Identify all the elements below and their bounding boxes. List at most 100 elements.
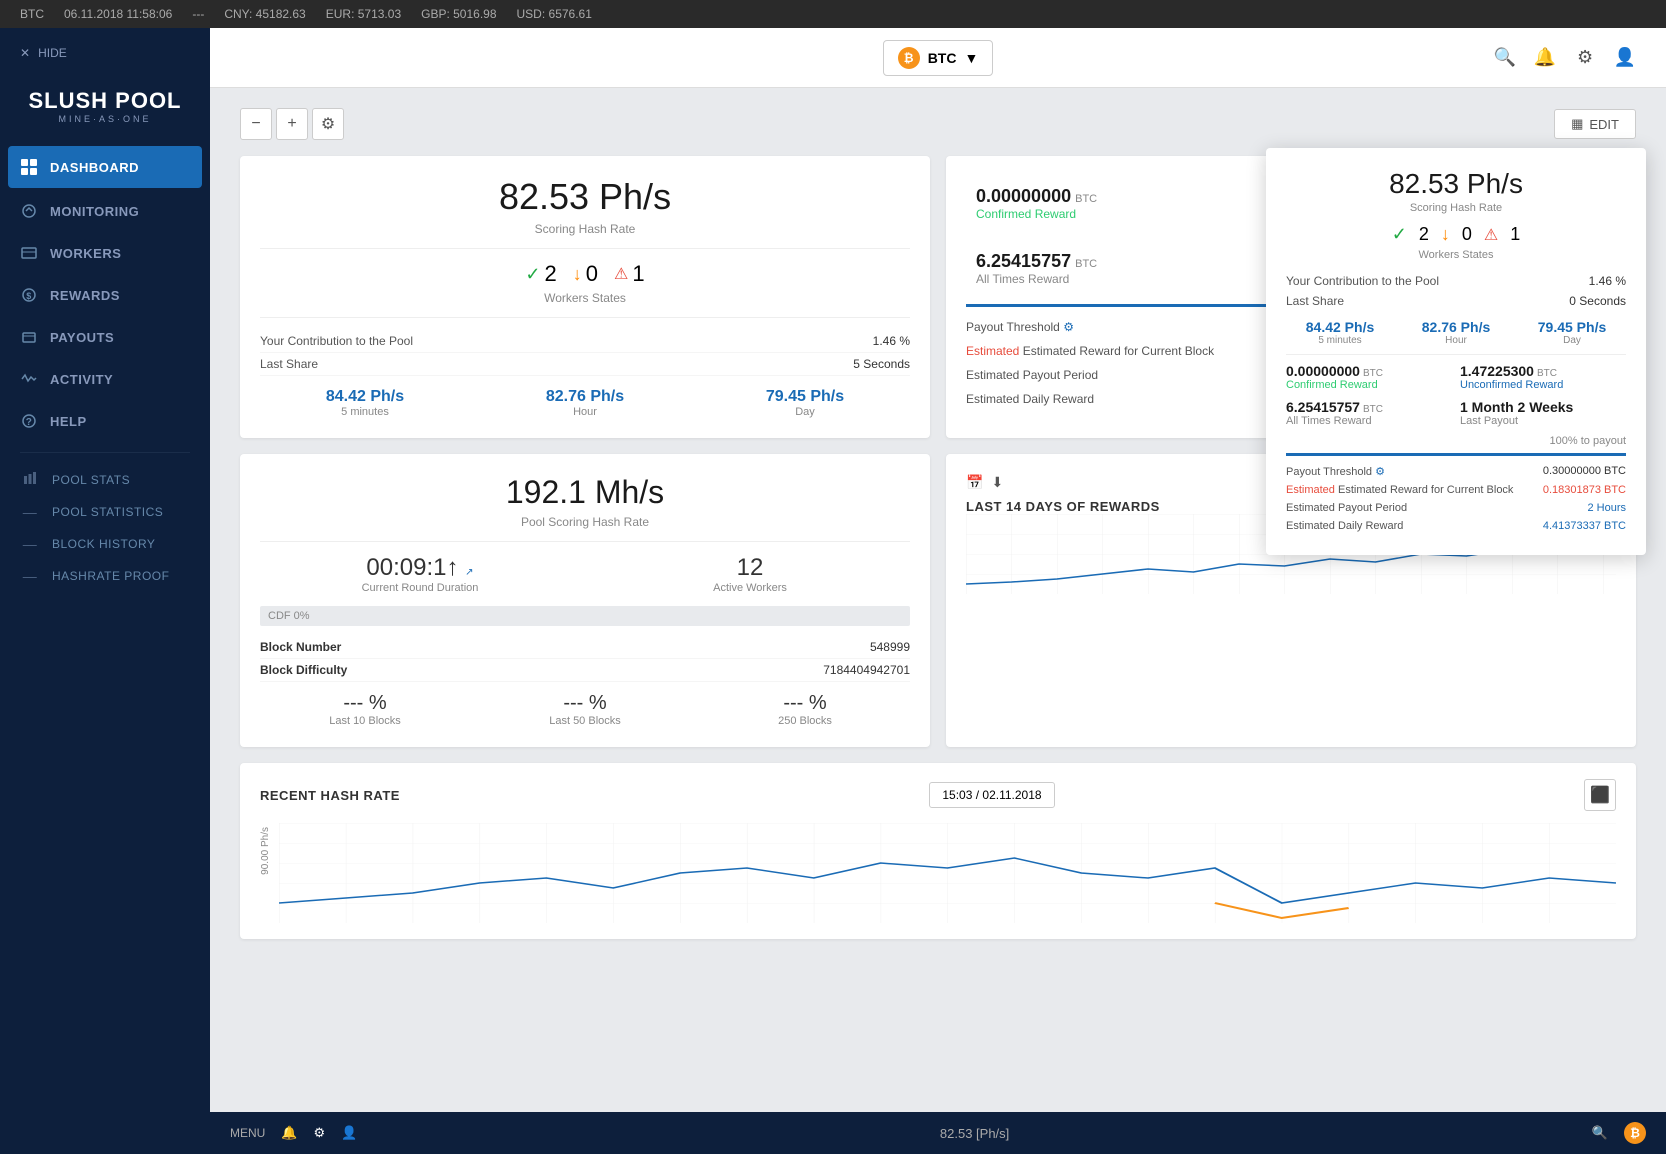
add-widget-button[interactable]: + <box>276 108 308 140</box>
confirmed-reward-btc: BTC <box>1075 193 1097 205</box>
round-duration-label: Current Round Duration <box>260 582 580 594</box>
svg-text:?: ? <box>26 417 33 428</box>
calendar-icon: 📅 <box>966 474 983 491</box>
sidebar-nav: DASHBOARD MONITORING WORKERS $ REWARDS <box>0 144 210 1154</box>
chart-expand-button[interactable]: ⬛ <box>1584 779 1616 811</box>
payout-threshold-label: Payout Threshold ⚙ <box>966 320 1074 334</box>
block-stats: Block Number 548999 Block Difficulty 718… <box>260 636 910 682</box>
pct-250-label: 250 Blocks <box>700 715 910 727</box>
footer-gear-icon[interactable]: ⚙ <box>314 1125 326 1141</box>
sidebar-item-dashboard[interactable]: DASHBOARD <box>8 146 202 188</box>
dashboard-icon <box>20 158 38 176</box>
active-workers-label: Active Workers <box>590 582 910 594</box>
sidebar-item-pool-stats[interactable]: POOL STATS <box>0 463 210 496</box>
block-number-label: Block Number <box>260 640 341 654</box>
sidebar-item-help[interactable]: ? HELP <box>0 400 210 442</box>
popup-hashrate-label: Scoring Hash Rate <box>1286 202 1626 214</box>
popup-all-times-item: 6.25415757 BTC All Times Reward <box>1286 399 1452 427</box>
hide-button[interactable]: ✕ HIDE <box>0 38 210 68</box>
pct-50-item: --- % Last 50 Blocks <box>480 692 690 727</box>
edit-button[interactable]: ▦ EDIT <box>1554 109 1636 139</box>
sidebar-label-help: HELP <box>50 414 87 429</box>
sidebar-label-monitoring: MONITORING <box>50 204 139 219</box>
sidebar-item-block-history[interactable]: — BLOCK HISTORY <box>0 528 210 560</box>
gear-icon[interactable]: ⚙ <box>1574 47 1596 69</box>
ticker-date: 06.11.2018 11:58:06 <box>64 7 172 21</box>
widget-settings-button[interactable]: ⚙ <box>312 108 344 140</box>
sidebar-label-hashrate-proof: HASHRATE PROOF <box>52 569 169 583</box>
footer-btc-icon[interactable]: ₿ <box>1624 1122 1646 1144</box>
contribution-value: 1.46 % <box>873 334 910 348</box>
scoring-hashrate-label: Scoring Hash Rate <box>260 222 910 236</box>
hash-hour-label: Hour <box>480 406 690 418</box>
cdf-bar: CDF 0% <box>260 606 910 626</box>
popup-hash-day: 79.45 Ph/s Day <box>1518 319 1626 346</box>
monitoring-icon <box>20 202 38 220</box>
popup-hash-day-val: 79.45 Ph/s <box>1518 319 1626 335</box>
popup-payout-threshold-lbl: Payout Threshold ⚙ <box>1286 465 1385 478</box>
pct-10-label: Last 10 Blocks <box>260 715 470 727</box>
workers-states: ✓ 2 ↓ 0 ⚠ 1 <box>260 261 910 287</box>
pool-card: 192.1 Mh/s Pool Scoring Hash Rate 00:09:… <box>240 454 930 747</box>
ticker-eur: EUR: 5713.03 <box>326 7 401 21</box>
sidebar-label-workers: WORKERS <box>50 246 121 261</box>
popup-confirmed-item: 0.00000000 BTC Confirmed Reward <box>1286 363 1452 391</box>
estimated-reward-label: Estimated Estimated Reward for Current B… <box>966 344 1214 358</box>
popup-gear-icon[interactable]: ⚙ <box>1375 466 1385 478</box>
recent-hashrate-title: RECENT HASH RATE <box>260 788 400 803</box>
download-icon[interactable]: ⬇ <box>991 474 1003 491</box>
popup-all-times-val: 6.25415757 <box>1286 399 1360 415</box>
active-workers-value: 12 <box>590 554 910 582</box>
popup-unconfirmed-item: 1.47225300 BTC Unconfirmed Reward <box>1460 363 1626 391</box>
footer-search-icon[interactable]: 🔍 <box>1592 1125 1608 1141</box>
workers-down: ↓ 0 <box>573 261 598 287</box>
popup-warn-icon: ⚠ <box>1484 225 1498 245</box>
gear-payout-icon[interactable]: ⚙ <box>1063 320 1074 334</box>
popup-workers-down: 0 <box>1462 224 1472 245</box>
popup-all-times-btc: BTC <box>1363 404 1383 415</box>
confirmed-reward-label: Confirmed Reward <box>976 207 1276 221</box>
sidebar-item-rewards[interactable]: $ REWARDS <box>0 274 210 316</box>
remove-widget-button[interactable]: − <box>240 108 272 140</box>
sidebar-item-activity[interactable]: ACTIVITY <box>0 358 210 400</box>
ticker-sep: --- <box>192 7 204 21</box>
block-difficulty-value: 7184404942701 <box>823 663 910 677</box>
hide-label: HIDE <box>38 46 67 60</box>
round-duration-value: 00:09:1↑ ↗ <box>260 554 580 582</box>
gear-small-icon: ⚙ <box>321 114 335 134</box>
popup-workers-ok: 2 <box>1419 224 1429 245</box>
bell-icon[interactable]: 🔔 <box>1534 47 1556 69</box>
popup-payout-threshold-val: 0.30000000 BTC <box>1543 465 1626 478</box>
logo-text: SLUSH POOL <box>20 88 190 114</box>
popup-contribution-row: Your Contribution to the Pool 1.46 % <box>1286 271 1626 291</box>
hash-stats: 84.42 Ph/s 5 minutes 82.76 Ph/s Hour 79.… <box>260 388 910 418</box>
percent-grid: --- % Last 10 Blocks --- % Last 50 Block… <box>260 692 910 727</box>
footer-menu-label[interactable]: MENU <box>230 1126 265 1140</box>
sidebar-item-monitoring[interactable]: MONITORING <box>0 190 210 232</box>
popup-hash-5min: 84.42 Ph/s 5 minutes <box>1286 319 1394 346</box>
sidebar-item-workers[interactable]: WORKERS <box>0 232 210 274</box>
popup-payout-pct: 100% to payout <box>1286 435 1626 447</box>
hash-day-value: 79.45 Ph/s <box>700 388 910 406</box>
external-link-icon[interactable]: ↗ <box>465 567 473 578</box>
pct-250-item: --- % 250 Blocks <box>700 692 910 727</box>
round-stats: 00:09:1↑ ↗ Current Round Duration 12 Act… <box>260 554 910 594</box>
block-number-row: Block Number 548999 <box>260 636 910 659</box>
header-actions: 🔍 🔔 ⚙ 👤 <box>1494 47 1636 69</box>
help-icon: ? <box>20 412 38 430</box>
search-icon[interactable]: 🔍 <box>1494 47 1516 69</box>
sidebar-item-payouts[interactable]: PAYOUTS <box>0 316 210 358</box>
sidebar-item-pool-statistics[interactable]: — POOL STATISTICS <box>0 496 210 528</box>
sidebar-item-hashrate-proof[interactable]: — HASHRATE PROOF <box>0 560 210 592</box>
user-icon[interactable]: 👤 <box>1614 47 1636 69</box>
footer-user-icon[interactable]: 👤 <box>341 1125 357 1141</box>
footer-bell-icon[interactable]: 🔔 <box>281 1125 297 1141</box>
contribution-row: Your Contribution to the Pool 1.46 % <box>260 330 910 353</box>
ticker-cny: CNY: 45182.63 <box>224 7 305 21</box>
hash-5min: 84.42 Ph/s 5 minutes <box>260 388 470 418</box>
sidebar-label-payouts: PAYOUTS <box>50 330 114 345</box>
popup-estimated-payout-row: Estimated Payout Period 2 Hours <box>1286 499 1626 517</box>
btc-selector[interactable]: ₿ BTC ▼ <box>883 40 994 76</box>
chart-date-button[interactable]: 15:03 / 02.11.2018 <box>929 782 1054 808</box>
pool-hashrate-label: Pool Scoring Hash Rate <box>260 515 910 529</box>
